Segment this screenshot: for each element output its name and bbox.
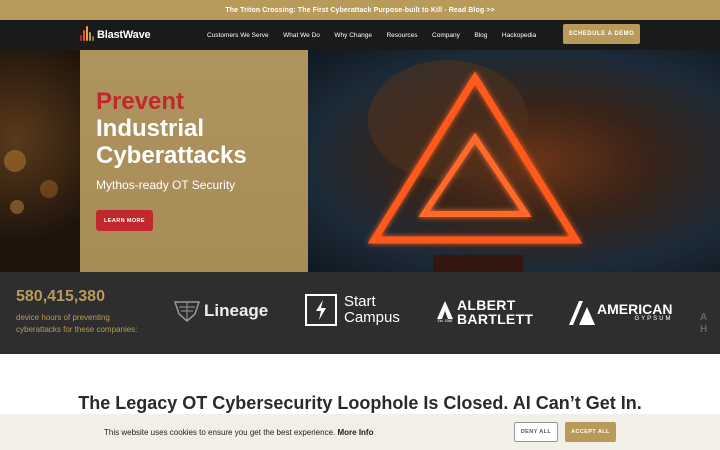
hero-title: Prevent Industrial Cyberattacks	[96, 88, 247, 169]
american-gypsum-mark-icon	[569, 301, 595, 325]
nav-item-hackopedia[interactable]: Hackopedia	[502, 32, 536, 39]
hero-image	[308, 50, 720, 272]
nav-item-blog[interactable]: Blog	[474, 32, 487, 39]
brand-name: BlastWave	[97, 29, 151, 41]
deny-all-button[interactable]: DENY ALL	[514, 422, 558, 442]
nav-item-company[interactable]: Company	[432, 32, 460, 39]
nav-item-why-change[interactable]: Why Change	[334, 32, 372, 39]
hero-title-line-3: Cyberattacks	[96, 142, 247, 169]
lightning-bolt-icon	[305, 294, 337, 326]
blastwave-bars-icon	[80, 26, 94, 43]
hero-title-line-2: Industrial	[96, 115, 205, 142]
hero-title-accent: Prevent	[96, 88, 185, 115]
partial-logo-line-2: H	[700, 324, 708, 335]
device-hours-count: 580,415,380	[16, 288, 105, 305]
albert-line-1: ALBERT	[457, 297, 516, 313]
albert-line-2: BARTLETT	[457, 311, 534, 327]
client-logo-albert-bartlett: Est. 1966 ALBERT BARTLETT	[437, 298, 533, 326]
device-hours-label: device hours of preventing cyberattacks …	[16, 313, 138, 334]
cookie-message: This website uses cookies to ensure you …	[104, 428, 373, 437]
warning-triangle-neon-icon	[367, 71, 583, 272]
client-logo-start-campus: Start Campus	[305, 294, 400, 326]
start-campus-line-1: Start	[344, 293, 376, 310]
schedule-demo-button[interactable]: SCHEDULE A DEMO	[563, 24, 640, 44]
client-logo-partial: A H	[700, 312, 707, 336]
hero-background-left	[0, 50, 80, 272]
client-logo-lineage: Lineage	[174, 300, 268, 322]
nav-item-customers-we-serve[interactable]: Customers We Serve	[207, 32, 269, 39]
albert-bartlett-est: Est. 1966	[437, 319, 453, 323]
nav-item-what-we-do[interactable]: What We Do	[283, 32, 320, 39]
cookie-more-info-link[interactable]: More Info	[337, 428, 373, 437]
learn-more-button[interactable]: LEARN MORE	[96, 210, 153, 231]
client-logo-american-gypsum: AMERICAN GYPSUM	[569, 299, 672, 325]
american-line-1: AMERICAN	[597, 300, 673, 317]
brand-logo[interactable]: BlastWave	[80, 26, 151, 44]
cookie-text: This website uses cookies to ensure you …	[104, 428, 336, 437]
nav-item-resources[interactable]: Resources	[386, 32, 417, 39]
lineage-shield-icon	[174, 301, 200, 322]
hero-subtitle: Mythos-ready OT Security	[96, 178, 236, 192]
section-headline: The Legacy OT Cybersecurity Loophole Is …	[78, 393, 642, 413]
announcement-bar[interactable]: The Triton Crossing: The First Cyberatta…	[0, 0, 720, 20]
albert-bartlett-mark-icon	[437, 301, 453, 319]
start-campus-line-2: Campus	[344, 309, 400, 326]
accept-all-button[interactable]: ACCEPT ALL	[565, 422, 616, 442]
top-navigation: BlastWave Customers We Serve What We Do …	[0, 20, 720, 50]
nav-menu: Customers We Serve What We Do Why Change…	[207, 20, 551, 50]
cookie-banner: This website uses cookies to ensure you …	[0, 414, 720, 450]
partial-logo-line-1: A	[700, 312, 708, 323]
announcement-text[interactable]: The Triton Crossing: The First Cyberatta…	[225, 7, 494, 14]
lineage-logo-text: Lineage	[204, 301, 269, 320]
client-logos-band: 580,415,380 device hours of preventing c…	[0, 272, 720, 354]
